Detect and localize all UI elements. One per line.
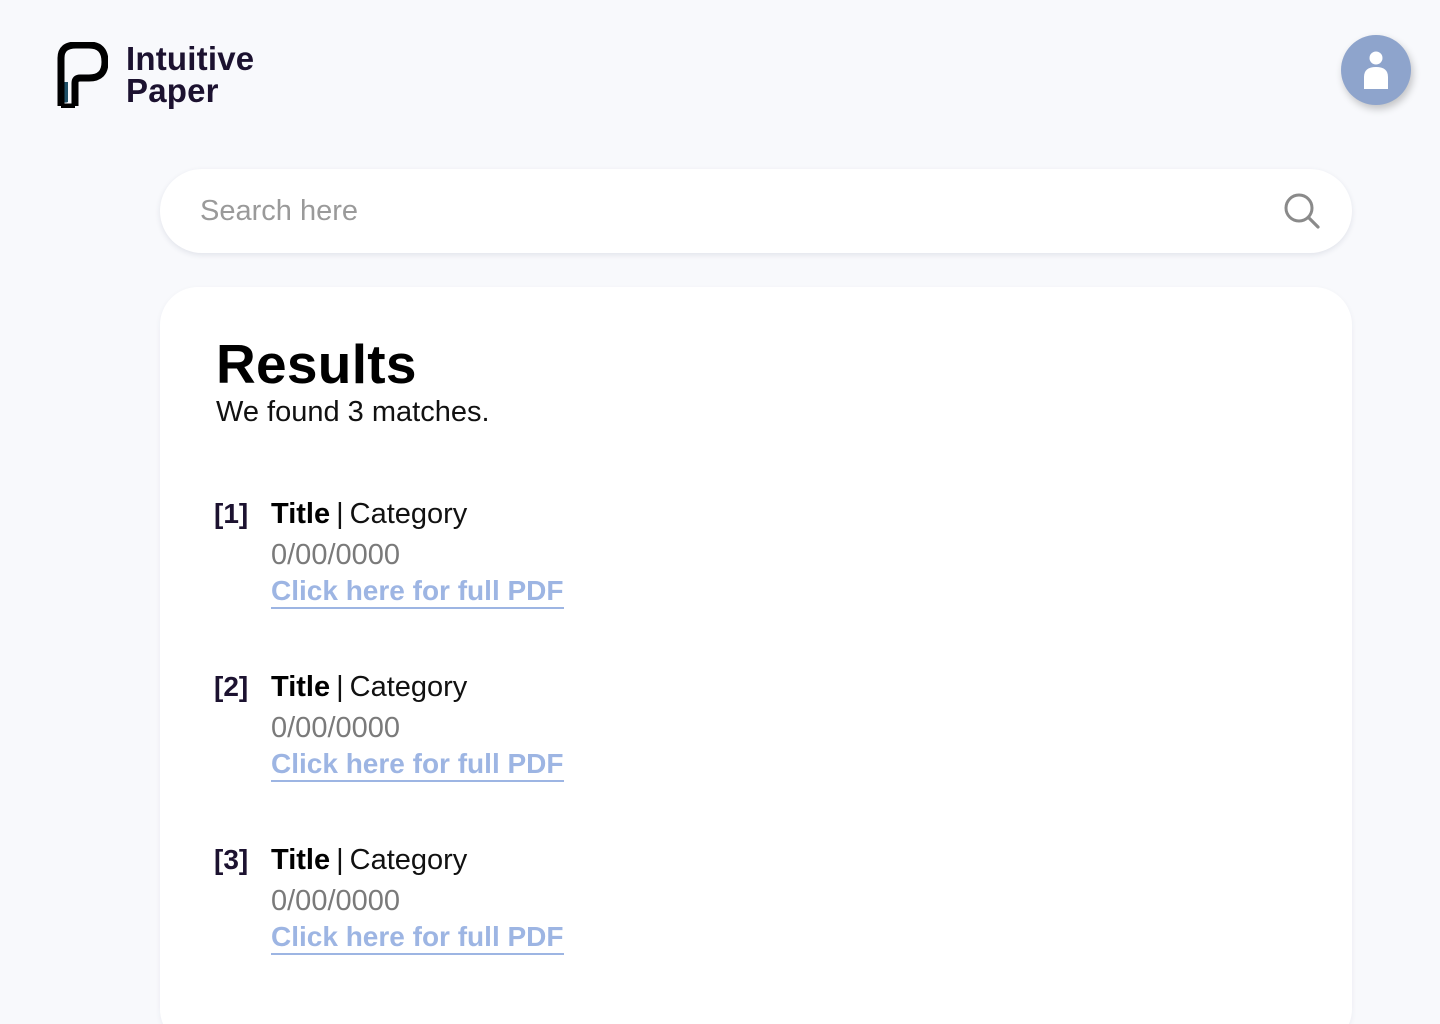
paper-logo-icon [57, 42, 108, 108]
brand[interactable]: Intuitive Paper [56, 42, 254, 108]
result-item: [2] Title | Category 0/00/0000 Click here … [214, 670, 1296, 843]
result-separator: | [336, 844, 344, 876]
result-body: Title | Category 0/00/0000 Click here for … [271, 497, 564, 609]
result-index: [2] [214, 671, 249, 702]
result-title: Title [271, 844, 331, 876]
user-avatar-button[interactable] [1341, 35, 1411, 105]
results-card: Results We found 3 matches. [1] Title | Ca… [160, 287, 1352, 1024]
result-date: 0/00/0000 [271, 712, 401, 744]
result-body: Title | Category 0/00/0000 Click here for … [271, 670, 564, 782]
result-date: 0/00/0000 [271, 539, 401, 571]
results-count: We found 3 matches. [216, 396, 490, 428]
result-separator: | [336, 671, 344, 703]
result-item: [3] Title | Category 0/00/0000 Click here … [214, 843, 1296, 1016]
result-body: Title | Category 0/00/0000 Click here for … [271, 843, 564, 955]
user-icon [1364, 51, 1388, 89]
search-bar [160, 169, 1352, 253]
search-icon[interactable] [1282, 191, 1322, 231]
result-date: 0/00/0000 [271, 885, 401, 917]
result-category: Category [349, 671, 468, 703]
result-heading: Title | Category [271, 497, 564, 531]
full-pdf-link[interactable]: Click here for full PDF [271, 748, 564, 782]
result-heading: Title | Category [271, 670, 564, 704]
result-index: [3] [214, 844, 249, 875]
brand-name-line2: Paper [126, 72, 219, 109]
result-separator: | [336, 498, 344, 530]
result-index: [1] [214, 498, 249, 529]
result-title: Title [271, 498, 331, 530]
full-pdf-link[interactable]: Click here for full PDF [271, 921, 564, 955]
result-item: [1] Title | Category 0/00/0000 Click here … [214, 497, 1296, 670]
result-category: Category [349, 844, 468, 876]
result-category: Category [349, 498, 468, 530]
page: Intuitive Paper Results We found 3 match… [0, 0, 1440, 1024]
result-title: Title [271, 671, 331, 703]
brand-name-line1: Intuitive [126, 40, 255, 77]
result-heading: Title | Category [271, 843, 564, 877]
search-input[interactable] [200, 194, 1282, 228]
full-pdf-link[interactable]: Click here for full PDF [271, 575, 564, 609]
result-list: [1] Title | Category 0/00/0000 Click here … [214, 497, 1296, 1016]
brand-wordmark: Intuitive Paper [126, 40, 255, 109]
results-title: Results [216, 333, 417, 395]
